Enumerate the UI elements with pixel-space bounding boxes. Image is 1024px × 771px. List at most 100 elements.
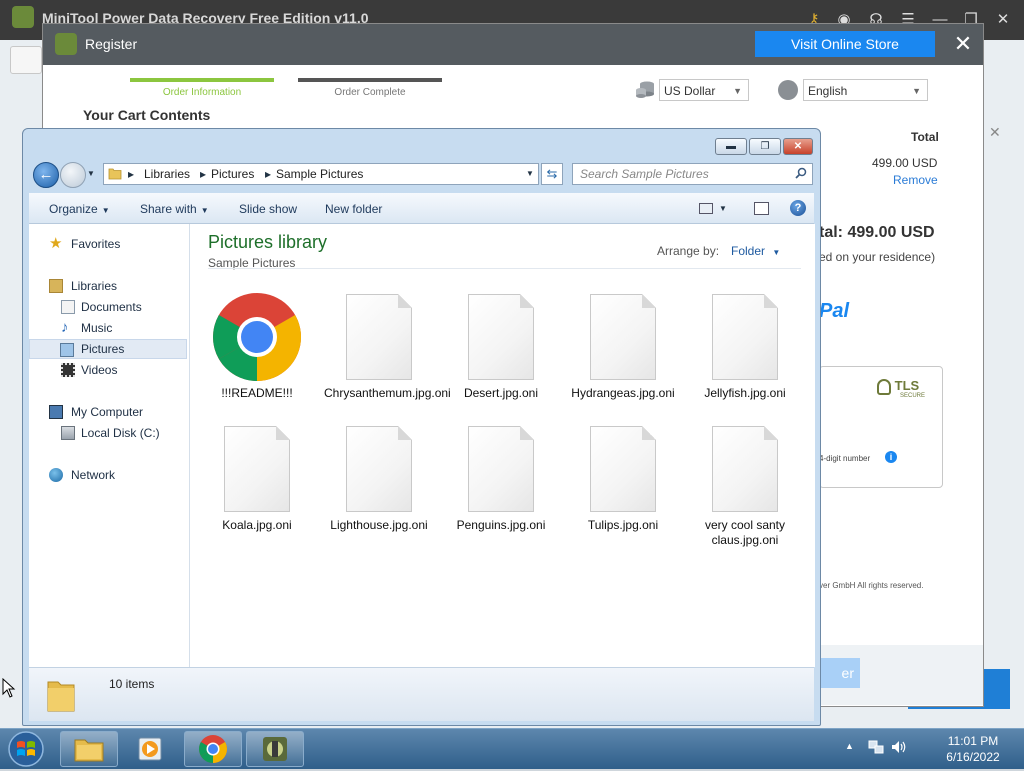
star-icon: ★ <box>49 235 63 252</box>
nav-pictures[interactable]: Pictures <box>29 339 187 359</box>
nav-documents[interactable]: Documents <box>29 297 187 317</box>
change-view-icon[interactable] <box>699 203 713 214</box>
file-list-pane: Pictures library Sample Pictures Arrange… <box>190 224 815 667</box>
slide-show-button[interactable]: Slide show <box>239 202 297 216</box>
background-close-icon[interactable]: ✕ <box>989 124 1001 141</box>
forward-arrow-icon[interactable] <box>60 162 86 188</box>
show-hidden-icons-icon[interactable]: ▲ <box>845 741 854 751</box>
nav-videos[interactable]: Videos <box>29 360 187 380</box>
arrange-by-dropdown[interactable]: Folder ▼ <box>731 244 780 258</box>
start-orb-icon[interactable] <box>4 730 48 768</box>
blank-file-icon <box>590 426 656 512</box>
file-item[interactable]: Desert.jpg.oni <box>446 294 556 401</box>
taskbar-chrome-button[interactable] <box>184 731 242 767</box>
file-item[interactable]: Koala.jpg.oni <box>202 426 312 533</box>
network-status-icon[interactable] <box>868 739 884 755</box>
header-divider <box>208 268 801 269</box>
file-item[interactable]: very cool santy claus.jpg.oni <box>690 426 800 548</box>
organize-menu[interactable]: Organize ▼ <box>49 202 110 216</box>
share-with-label: Share with <box>140 202 197 216</box>
blank-file-icon <box>346 426 412 512</box>
search-placeholder: Search Sample Pictures <box>580 167 709 181</box>
nav-favorites[interactable]: ★ Favorites <box>29 234 187 254</box>
maximize-button[interactable]: ❐ <box>749 138 781 155</box>
nav-music[interactable]: ♪ Music <box>29 318 187 338</box>
breadcrumb-separator-icon: ▸ <box>200 167 207 181</box>
network-icon <box>49 468 63 482</box>
close-button[interactable]: ✕ <box>783 138 813 155</box>
cart-heading: Your Cart Contents <box>83 107 211 123</box>
file-name: !!!README!!! <box>221 386 293 400</box>
app-toolbar-button[interactable] <box>10 46 42 74</box>
minitool-icon <box>263 737 287 761</box>
file-item[interactable]: Lighthouse.jpg.oni <box>324 426 434 533</box>
library-title: Pictures library <box>208 232 328 252</box>
document-icon <box>61 300 75 314</box>
arrange-by-value: Folder <box>731 244 766 258</box>
chrome-icon <box>213 293 301 381</box>
file-item[interactable]: !!!README!!! <box>202 292 312 401</box>
breadcrumb-sample-pictures[interactable]: Sample Pictures <box>276 164 363 184</box>
language-select[interactable]: English ▼ <box>803 79 928 101</box>
nav-my-computer[interactable]: My Computer <box>29 402 187 422</box>
recent-pages-chevron-icon[interactable]: ▼ <box>87 169 95 178</box>
new-folder-button[interactable]: New folder <box>325 202 382 216</box>
currency-select[interactable]: US Dollar ▼ <box>659 79 749 101</box>
preview-pane-icon[interactable] <box>754 202 769 215</box>
nav-network-label: Network <box>71 468 116 482</box>
nav-libraries[interactable]: Libraries <box>29 276 187 296</box>
refresh-icon[interactable]: ⇆ <box>541 163 563 185</box>
nav-local-disk-label: Local Disk (C:) <box>81 426 160 440</box>
library-icon <box>49 279 63 293</box>
search-input[interactable]: Search Sample Pictures <box>572 163 813 185</box>
blank-file-icon <box>712 294 778 380</box>
nav-local-disk[interactable]: Local Disk (C:) <box>29 423 187 443</box>
register-title: Register <box>85 36 138 52</box>
file-item[interactable]: Chrysanthemum.jpg.oni <box>324 294 451 401</box>
register-logo-icon <box>55 33 77 55</box>
remove-link[interactable]: Remove <box>893 173 938 187</box>
taskbar-minitool-button[interactable] <box>246 731 304 767</box>
address-dropdown-icon[interactable]: ▼ <box>526 164 534 184</box>
nav-network[interactable]: Network <box>29 465 187 485</box>
chevron-down-icon: ▼ <box>101 206 110 215</box>
total-column-header: Total <box>911 130 939 144</box>
file-item[interactable]: Tulips.jpg.oni <box>568 426 678 533</box>
system-clock[interactable]: 11:01 PM 6/16/2022 <box>930 733 1016 765</box>
chrome-icon <box>199 735 227 763</box>
file-name: Chrysanthemum.jpg.oni <box>324 386 451 400</box>
command-bar: Organize ▼ Share with ▼ Slide show New fol… <box>29 193 814 224</box>
file-name: Tulips.jpg.oni <box>587 518 659 532</box>
file-item[interactable]: Penguins.jpg.oni <box>446 426 556 533</box>
address-bar[interactable]: ▸ Libraries ▸ Pictures ▸ Sample Pictures… <box>103 163 539 185</box>
currency-value: US Dollar <box>664 84 716 98</box>
copyright-text: ver GmbH All rights reserved. <box>819 581 924 590</box>
share-with-menu[interactable]: Share with ▼ <box>140 202 209 216</box>
nav-music-label: Music <box>81 321 113 335</box>
file-item[interactable]: Jellyfish.jpg.oni <box>690 294 800 401</box>
help-icon[interactable]: ? <box>790 200 806 216</box>
paypal-logo[interactable]: Pal <box>819 300 849 323</box>
app-close-icon[interactable]: ✕ <box>992 9 1014 31</box>
visit-online-store-button[interactable]: Visit Online Store <box>755 31 935 57</box>
taskbar-media-player-button[interactable] <box>122 731 180 767</box>
hard-disk-icon <box>61 426 75 440</box>
blank-file-icon <box>468 294 534 380</box>
taskbar-explorer-button[interactable] <box>60 731 118 767</box>
register-close-icon[interactable]: ✕ <box>951 30 975 58</box>
step-order-information-label: Order Information <box>162 87 242 98</box>
breadcrumb-libraries[interactable]: Libraries <box>144 164 190 184</box>
nav-my-computer-label: My Computer <box>71 405 144 419</box>
breadcrumb-separator-icon: ▸ <box>265 167 272 181</box>
chevron-down-icon: ▼ <box>200 206 209 215</box>
volume-icon[interactable] <box>890 739 906 755</box>
breadcrumb-pictures[interactable]: Pictures <box>211 164 254 184</box>
info-icon[interactable]: i <box>885 451 897 463</box>
video-icon <box>61 363 75 377</box>
file-item[interactable]: Hydrangeas.jpg.oni <box>568 294 678 401</box>
chevron-down-icon[interactable]: ▼ <box>719 204 727 213</box>
back-arrow-icon[interactable]: ← <box>33 162 59 188</box>
search-icon[interactable] <box>795 167 807 179</box>
minimize-button[interactable]: ▬ <box>715 138 747 155</box>
step-order-complete-bar <box>298 78 442 82</box>
